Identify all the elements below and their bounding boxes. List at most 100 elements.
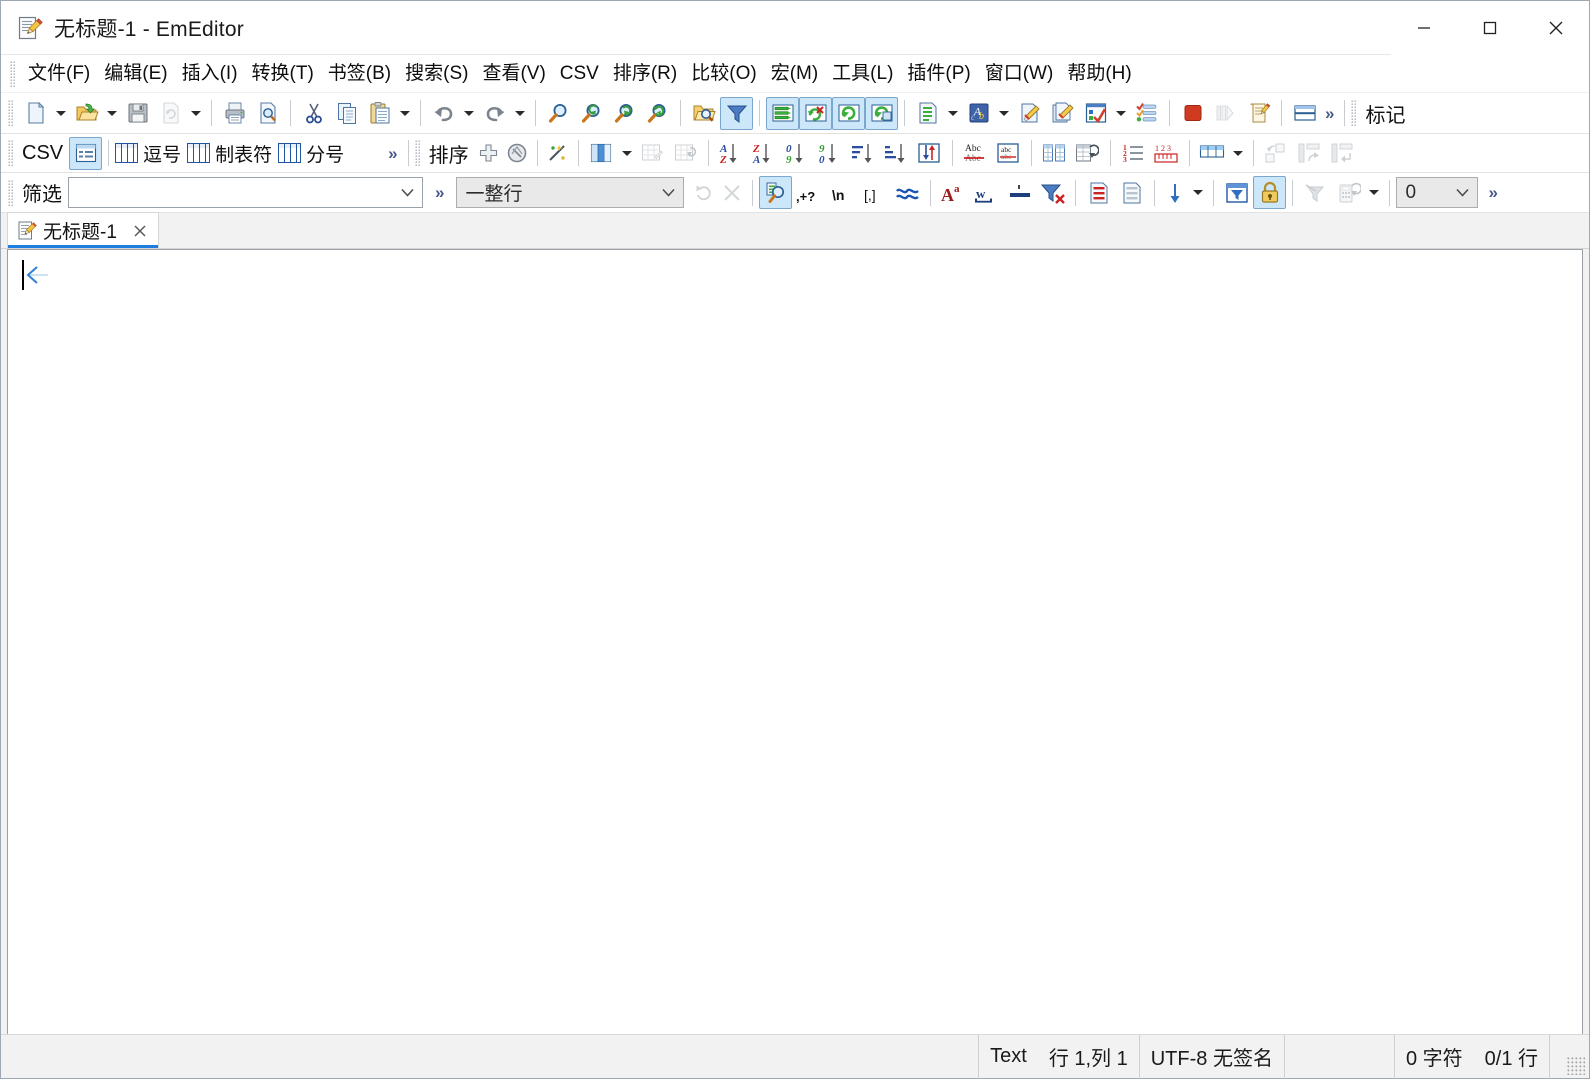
save-file-button[interactable]	[121, 97, 154, 130]
cut-button[interactable]	[297, 97, 330, 130]
find-toggle-button[interactable]	[759, 176, 792, 209]
convert-button[interactable]	[832, 97, 865, 130]
sort-ascending-button[interactable]	[847, 137, 880, 170]
resize-grip[interactable]	[1567, 1057, 1585, 1075]
menu-csv[interactable]: CSV	[553, 61, 606, 87]
open-file-dropdown[interactable]	[103, 97, 121, 130]
paste-button[interactable]	[363, 97, 396, 130]
status-caret-position[interactable]: 行 1,列 1	[1038, 1035, 1139, 1079]
move-column-left-button[interactable]	[1293, 137, 1326, 170]
menu-edit[interactable]: 编辑(E)	[97, 61, 174, 87]
edit-macro-button[interactable]	[1242, 97, 1275, 130]
paste-dropdown[interactable]	[396, 97, 414, 130]
find-next-button[interactable]	[608, 97, 641, 130]
column-select-button[interactable]	[585, 137, 618, 170]
sort-settings-button[interactable]	[544, 137, 572, 170]
customize-button[interactable]	[1130, 97, 1163, 130]
delete-row-button[interactable]	[669, 137, 702, 170]
csv-mode-button[interactable]	[766, 97, 799, 130]
sort-09-button[interactable]: 0 9	[781, 137, 814, 170]
properties-dropdown[interactable]	[1112, 97, 1130, 130]
refresh-filter-button[interactable]	[690, 176, 718, 209]
macro-select-button[interactable]	[1046, 97, 1079, 130]
show-matched-button[interactable]	[1082, 176, 1115, 209]
sort-toolbar-grip[interactable]	[415, 140, 420, 166]
lock-filter-button[interactable]	[1253, 176, 1286, 209]
jump-down-button[interactable]	[1161, 176, 1189, 209]
menu-window[interactable]: 窗口(W)	[978, 61, 1061, 87]
insert-row-button[interactable]	[636, 137, 669, 170]
filter-pin-button[interactable]	[1299, 176, 1332, 209]
chevron-down-icon[interactable]	[1449, 178, 1475, 207]
menu-search[interactable]: 搜索(S)	[398, 61, 475, 87]
menu-sort[interactable]: 排序(R)	[606, 61, 684, 87]
sort-descending-button[interactable]	[880, 137, 913, 170]
sort-az-button[interactable]: A Z	[715, 137, 748, 170]
add-sort-button[interactable]	[475, 137, 503, 170]
undo-dropdown[interactable]	[460, 97, 478, 130]
minimize-button[interactable]	[1391, 1, 1457, 55]
match-case-aa-button[interactable]: A a	[937, 176, 970, 209]
redo-dropdown[interactable]	[511, 97, 529, 130]
mark-toolbar-grip[interactable]	[1351, 100, 1356, 126]
advanced-filter-button[interactable]	[1220, 176, 1253, 209]
clear-all-filters-button[interactable]	[1036, 176, 1069, 209]
tab-close-icon[interactable]	[129, 220, 151, 242]
delete-column-button[interactable]	[799, 97, 832, 130]
match-case-button[interactable]: ,+?	[792, 176, 825, 209]
csv-semicolon-button[interactable]: 分号	[278, 137, 350, 170]
escape-sequence-button[interactable]: \n	[825, 176, 858, 209]
new-file-dropdown[interactable]	[52, 97, 70, 130]
status-file-type[interactable]: Text	[978, 1035, 1038, 1079]
macro-run-button[interactable]	[1013, 97, 1046, 130]
whole-word-button[interactable]: w	[970, 176, 1003, 209]
status-encoding[interactable]: UTF-8 无签名	[1139, 1035, 1284, 1079]
column-select-dropdown[interactable]	[618, 137, 636, 170]
find-previous-button[interactable]	[575, 97, 608, 130]
sort-90-button[interactable]: 9 0	[814, 137, 847, 170]
open-file-button[interactable]	[70, 97, 103, 130]
csv-comma-button[interactable]: 逗号	[115, 137, 187, 170]
reload-file-button[interactable]	[154, 97, 187, 130]
filter-toolbar-overflow-right[interactable]: »	[1484, 184, 1501, 201]
find-button[interactable]	[542, 97, 575, 130]
sort-reverse-button[interactable]	[913, 137, 946, 170]
menu-macro[interactable]: 宏(M)	[764, 61, 825, 87]
show-unmatched-button[interactable]	[1115, 176, 1148, 209]
standard-toolbar-overflow[interactable]: »	[1321, 105, 1338, 122]
csv-convert-button[interactable]	[865, 97, 898, 130]
filter-toolbar-toggle[interactable]	[720, 97, 753, 130]
maximize-button[interactable]	[1457, 1, 1523, 55]
sort-za-button[interactable]: Z A	[748, 137, 781, 170]
menu-tools[interactable]: 工具(L)	[825, 61, 900, 87]
calc-filter-button[interactable]	[1332, 176, 1365, 209]
close-button[interactable]	[1523, 1, 1589, 55]
menu-plugins[interactable]: 插件(P)	[900, 61, 977, 87]
menu-file[interactable]: 文件(F)	[21, 61, 97, 87]
csv-toolbar-overflow[interactable]: »	[384, 145, 401, 162]
filter-count-combo[interactable]: 0	[1396, 177, 1478, 208]
find-in-files-button[interactable]	[687, 97, 720, 130]
reload-file-dropdown[interactable]	[187, 97, 205, 130]
clear-filter-button[interactable]	[718, 176, 746, 209]
menu-view[interactable]: 查看(V)	[475, 61, 552, 87]
combine-cells-button[interactable]	[1071, 137, 1104, 170]
outline-dropdown[interactable]	[944, 97, 962, 130]
freeze-panes-dropdown[interactable]	[1229, 137, 1247, 170]
split-button[interactable]	[1209, 97, 1242, 130]
menu-help[interactable]: 帮助(H)	[1060, 61, 1138, 87]
window-split-button[interactable]	[1288, 97, 1321, 130]
calc-filter-dropdown[interactable]	[1365, 176, 1383, 209]
move-column-right-button[interactable]	[1326, 137, 1359, 170]
standard-toolbar-grip[interactable]	[8, 100, 13, 126]
menu-insert[interactable]: 插入(I)	[175, 61, 245, 87]
regex-brackets-button[interactable]: [,]	[858, 176, 891, 209]
outline-button[interactable]	[911, 97, 944, 130]
replace-button[interactable]	[641, 97, 674, 130]
menu-convert[interactable]: 转换(T)	[245, 61, 321, 87]
print-preview-button[interactable]	[251, 97, 284, 130]
tab-untitled-1[interactable]: 无标题-1	[7, 212, 159, 248]
stop-button[interactable]	[1176, 97, 1209, 130]
filter-toolbar-overflow[interactable]: »	[431, 184, 448, 201]
new-file-button[interactable]	[19, 97, 52, 130]
